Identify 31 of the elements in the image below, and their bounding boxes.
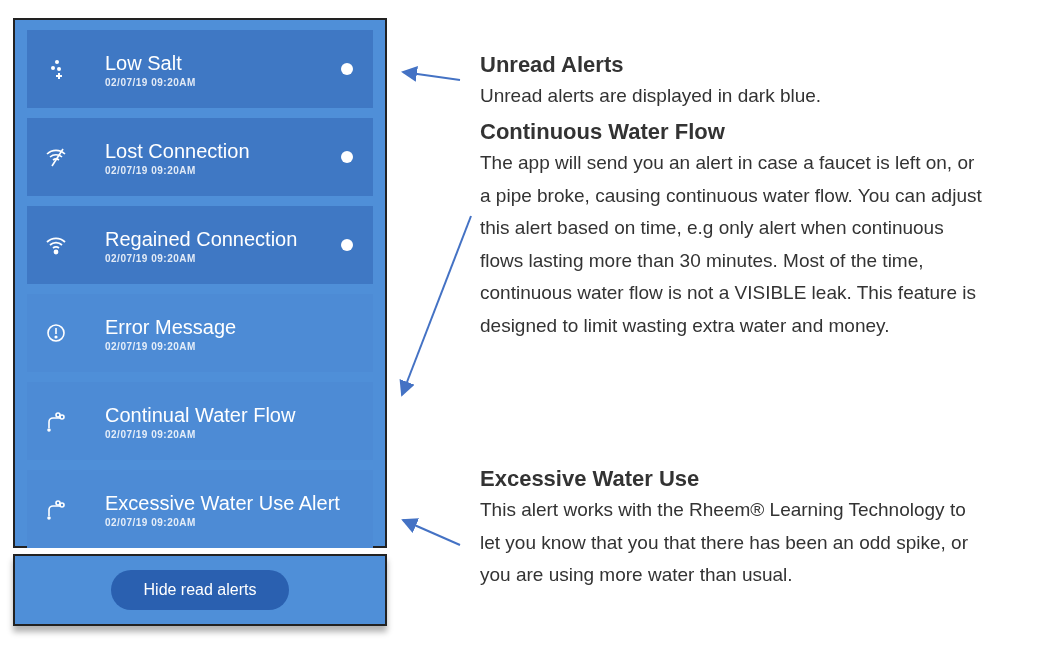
alert-time: 02/07/19 09:20AM [105, 428, 197, 440]
alert-title: Regained Connection [105, 226, 299, 251]
hide-read-alerts-button[interactable]: Hide read alerts [111, 570, 289, 610]
alert-icon [45, 322, 67, 344]
alert-item[interactable]: Regained Connection 02/07/19 09:20AM [27, 206, 373, 284]
faucet-icon [45, 410, 67, 432]
alert-time: 02/07/19 09:20AM [105, 76, 197, 88]
alert-title: Excessive Water Use Alert [105, 490, 341, 515]
annotation-title: Continuous Water Flow [480, 118, 726, 146]
arrow [401, 66, 461, 82]
alert-item[interactable]: Continual Water Flow 02/07/19 09:20AM [27, 382, 373, 460]
alert-time: 02/07/19 09:20AM [105, 516, 197, 528]
alert-title: Lost Connection [105, 138, 251, 163]
arrow [401, 518, 461, 546]
alert-time: 02/07/19 09:20AM [105, 164, 197, 176]
alert-item[interactable]: Lost Connection 02/07/19 09:20AM [27, 118, 373, 196]
alert-item[interactable]: Excessive Water Use Alert 02/07/19 09:20AM [27, 470, 373, 548]
annotation-title: Excessive Water Use [480, 465, 701, 493]
alert-title: Continual Water Flow [105, 402, 297, 427]
annotation-text: This alert works with the Rheem® Learning Technology to let you know that you that there has been an odd spike, or you are using more water than usual. [480, 498, 969, 587]
alert-item[interactable]: Low Salt 02/07/19 09:20AM [27, 30, 373, 108]
wifi-off-icon [45, 146, 67, 168]
annotation-text: Unread alerts are displayed in dark blue. [480, 84, 823, 108]
alert-title: Error Message [105, 314, 238, 339]
alert-item[interactable]: Error Message 02/07/19 09:20AM [27, 294, 373, 372]
alert-time: 02/07/19 09:20AM [105, 340, 197, 352]
alert-title: Low Salt [105, 50, 183, 75]
alert-time: 02/07/19 09:20AM [105, 252, 197, 264]
annotation-text: The app will send you an alert in case a faucet is left on, or a pipe broke, causing continuous water flow. You can adjust this alert based on time, e.g only alert when continuous flows lasting more than 30 minutes. Most of the time, continuous water flow is not a VISIBLE leak. This feature is designed to limit wasting extra water and money. [480, 151, 983, 338]
annotation-title: Unread Alerts [480, 51, 625, 79]
faucet-icon [45, 498, 67, 520]
